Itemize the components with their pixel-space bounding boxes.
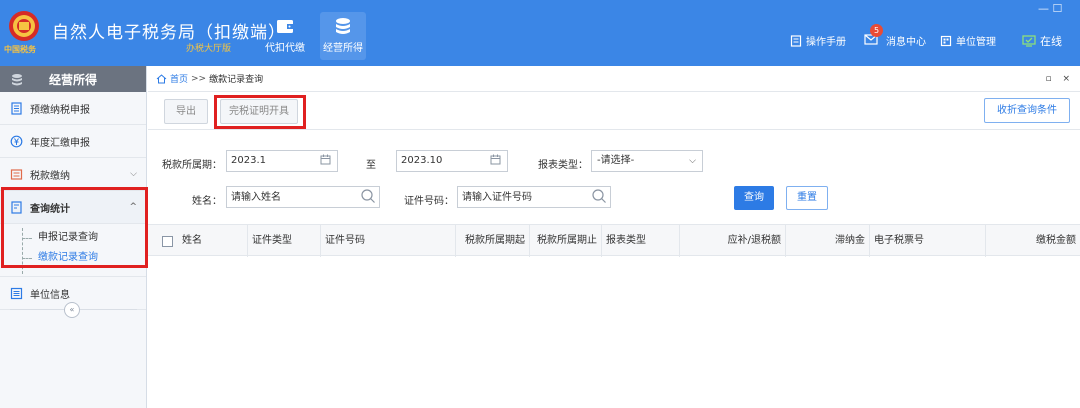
sidebar-item-label: 查询统计: [30, 203, 70, 215]
document-icon: [11, 102, 22, 115]
breadcrumb: 首页 >> 缴款记录查询: [148, 66, 1080, 92]
tax-certificate-button[interactable]: 完税证明开具: [220, 99, 298, 124]
period-start-value: 2023.1: [231, 155, 266, 166]
list-icon: [10, 287, 23, 300]
calendar-icon: [320, 154, 331, 165]
app-title: 自然人电子税务局（扣缴端）: [52, 23, 286, 43]
chevron-up-icon: ^: [129, 202, 137, 212]
breadcrumb-separator: >>: [191, 73, 207, 84]
column-header-paid-amount[interactable]: 缴税金额: [986, 225, 1080, 257]
chevron-down-icon: ⌵: [130, 169, 137, 179]
name-field: [226, 186, 380, 208]
app-header: 中国税务 自然人电子税务局（扣缴端） 办税大厅版 代扣代缴 经营所得 — ☐ 操…: [0, 0, 1080, 66]
search-icon[interactable]: [360, 188, 376, 204]
wallet-icon: [277, 20, 293, 33]
manual-button[interactable]: 操作手册: [790, 33, 846, 48]
monitor-check-icon: [1022, 35, 1036, 47]
search-icon[interactable]: [591, 188, 607, 204]
breadcrumb-home-link[interactable]: 首页: [170, 72, 188, 85]
sidebar-item-label: 单位信息: [30, 289, 70, 301]
sidebar-header-label: 经营所得: [48, 72, 97, 87]
sidebar-item-annual-settlement[interactable]: 年度汇缴申报: [0, 125, 146, 158]
to-label: 至: [366, 160, 376, 171]
column-header-report-type[interactable]: 报表类型: [602, 225, 680, 257]
tab-controls[interactable]: ▫ ×: [1045, 74, 1074, 84]
message-center-label: 消息中心: [886, 37, 926, 48]
message-badge: 5: [870, 24, 883, 37]
period-label: 税款所属期：: [162, 160, 222, 171]
breadcrumb-current: 缴款记录查询: [209, 75, 264, 85]
table-header: 姓名 证件类型 证件号码 税款所属期起 税款所属期止 报表类型 应补/退税额 滞…: [148, 224, 1080, 257]
online-status[interactable]: 在线: [1022, 33, 1062, 49]
coins-icon: [12, 74, 22, 86]
chevron-down-icon: ⌵: [689, 156, 696, 166]
name-input[interactable]: [226, 186, 380, 208]
report-type-label: 报表类型：: [538, 160, 588, 171]
sidebar-item-tax-payment[interactable]: 税款缴纳 ⌵: [0, 158, 146, 191]
period-end-value: 2023.10: [401, 155, 443, 166]
nav-business-income-button[interactable]: 经营所得: [320, 12, 366, 60]
yen-circle-icon: [10, 135, 23, 148]
query-icon: [11, 201, 22, 214]
sidebar-subitem-declare-records[interactable]: 申报记录查询: [0, 228, 146, 248]
sidebar-item-prepay-declare[interactable]: 预缴纳税申报: [0, 92, 146, 125]
reset-button[interactable]: 重置: [786, 186, 828, 210]
column-header-id-type[interactable]: 证件类型: [248, 225, 321, 257]
id-number-field: [457, 186, 611, 208]
calendar-icon: [490, 154, 501, 165]
query-button[interactable]: 查询: [734, 186, 774, 210]
manual-icon: [790, 34, 802, 47]
sidebar-header: 经营所得: [0, 66, 146, 92]
nav-withholding-button[interactable]: 代扣代缴: [262, 12, 308, 60]
main-content: 首页 >> 缴款记录查询 ▫ × 导出 完税证明开具 收折查询条件 税款所属期：…: [148, 66, 1080, 408]
unit-management-label: 单位管理: [956, 37, 996, 48]
report-type-select[interactable]: -请选择- ⌵: [591, 150, 703, 172]
column-header-id-number[interactable]: 证件号码: [321, 225, 456, 257]
building-icon: [940, 35, 952, 46]
coins-icon: [336, 18, 350, 34]
nav-business-income-label: 经营所得: [323, 43, 363, 54]
sidebar-item-label: 预缴纳税申报: [30, 104, 90, 116]
column-header-period-end[interactable]: 税款所属期止: [530, 225, 602, 257]
column-header-name[interactable]: 姓名: [178, 225, 248, 257]
column-header-late-fee[interactable]: 滞纳金: [786, 225, 870, 257]
message-center-button[interactable]: 5 消息中心: [864, 24, 926, 48]
app-subtitle: 办税大厅版: [186, 44, 232, 54]
window-controls[interactable]: — ☐: [1038, 2, 1062, 15]
column-header-tax-due[interactable]: 应补/退税额: [680, 225, 786, 257]
period-end-input[interactable]: 2023.10: [396, 150, 508, 172]
sidebar: 经营所得 预缴纳税申报 年度汇缴申报 税款缴纳 ⌵ 查询统计 ^ 申报记录查询 …: [0, 66, 147, 408]
payment-icon: [10, 169, 23, 180]
fold-query-conditions-button[interactable]: 收折查询条件: [984, 98, 1070, 123]
sidebar-item-label: 税款缴纳: [30, 170, 70, 182]
nav-withholding-label: 代扣代缴: [265, 43, 305, 54]
sidebar-submenu: 申报记录查询 缴款记录查询: [0, 224, 146, 277]
sidebar-subitem-payment-records[interactable]: 缴款记录查询: [0, 248, 146, 268]
home-icon: [156, 73, 167, 83]
period-start-input[interactable]: 2023.1: [226, 150, 338, 172]
manual-label: 操作手册: [806, 37, 846, 48]
unit-management-button[interactable]: 单位管理: [940, 33, 996, 48]
id-number-input[interactable]: [457, 186, 611, 208]
sidebar-item-label: 年度汇缴申报: [30, 137, 90, 149]
online-label: 在线: [1040, 35, 1062, 48]
emblem-text: 中国税务: [4, 45, 36, 54]
sidebar-item-query-stats[interactable]: 查询统计 ^: [0, 191, 146, 224]
select-all-checkbox[interactable]: [162, 236, 173, 247]
column-header-period-start[interactable]: 税款所属期起: [456, 225, 530, 257]
report-type-value: -请选择-: [597, 155, 635, 166]
column-header-e-ticket-no[interactable]: 电子税票号: [870, 225, 986, 257]
divider: [148, 129, 1080, 130]
collapse-sidebar-button[interactable]: «: [64, 302, 80, 318]
export-button[interactable]: 导出: [164, 99, 208, 124]
id-number-label: 证件号码：: [404, 196, 454, 207]
name-label: 姓名：: [192, 196, 222, 207]
